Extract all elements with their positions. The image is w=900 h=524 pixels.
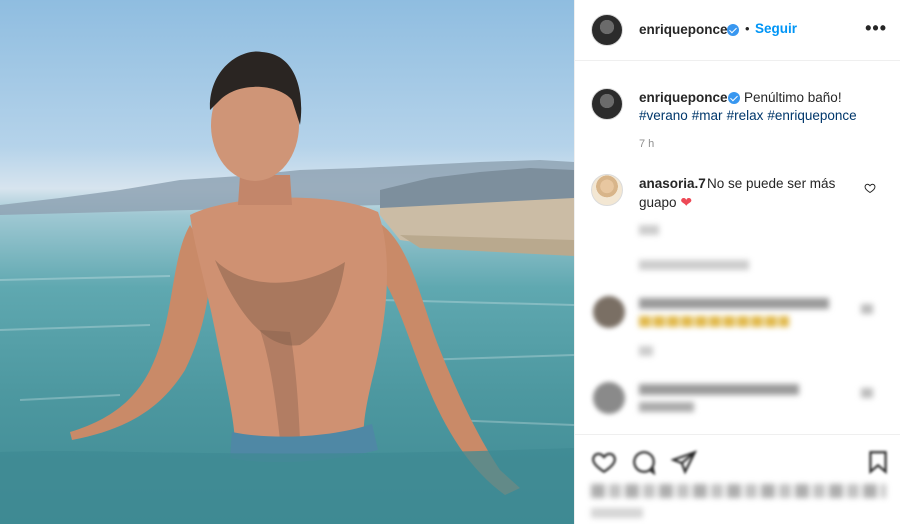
commenter-username[interactable]: anasoria.7 <box>639 176 706 191</box>
post-sidebar: enriqueponce • Seguir ••• enriqueponce P… <box>574 0 900 524</box>
post-header: enriqueponce • Seguir ••• <box>575 0 900 61</box>
post-image-illustration <box>0 51 574 524</box>
blurred-like-icon <box>861 388 873 398</box>
author-username[interactable]: enriqueponce <box>639 22 728 37</box>
bookmark-icon[interactable] <box>865 449 891 475</box>
caption-text: Penúltimo baño! <box>744 90 842 105</box>
hashtag-link[interactable]: #mar <box>692 108 723 123</box>
blurred-comment-meta <box>639 225 659 235</box>
blurred-comment-text <box>639 402 694 412</box>
verified-badge-icon <box>727 24 739 36</box>
comment-bubble-icon[interactable] <box>631 449 657 475</box>
comment-text-continued: guapo ❤ <box>639 194 692 211</box>
follow-button[interactable]: Seguir <box>755 21 797 36</box>
caption-hashtags: #verano #mar #relax #enriqueponce <box>639 108 861 123</box>
blurred-comment-text <box>639 384 799 395</box>
paper-plane-icon[interactable] <box>671 449 697 475</box>
blurred-emoji-row <box>639 316 789 327</box>
heart-icon[interactable] <box>591 449 617 475</box>
hashtag-link[interactable]: #enriqueponce <box>767 108 856 123</box>
blurred-view-replies <box>639 260 749 270</box>
blurred-comment-text <box>639 298 829 309</box>
author-avatar[interactable] <box>591 14 623 46</box>
comment-text: No se puede ser más <box>707 176 836 191</box>
blurred-likes-summary <box>591 508 643 518</box>
caption-author-avatar[interactable] <box>591 88 623 120</box>
post-photo[interactable] <box>0 0 574 524</box>
blurred-commenter-avatar <box>593 296 625 328</box>
commenter-avatar[interactable] <box>591 174 623 206</box>
separator-dot: • <box>745 21 750 36</box>
comment-text-line: guapo <box>639 195 677 210</box>
blurred-like-icon <box>861 304 873 314</box>
blurred-likes-summary <box>591 484 886 498</box>
blurred-comment-meta <box>639 346 653 356</box>
caption-author-username[interactable]: enriqueponce <box>639 90 728 105</box>
blurred-commenter-avatar <box>593 382 625 414</box>
red-heart-emoji: ❤ <box>680 194 693 210</box>
hashtag-link[interactable]: #verano <box>639 108 688 123</box>
post-timestamp: 7 h <box>639 138 655 150</box>
hashtag-link[interactable]: #relax <box>727 108 764 123</box>
verified-badge-icon <box>728 92 740 104</box>
more-options-icon[interactable]: ••• <box>865 18 887 39</box>
comment-like-heart-icon[interactable] <box>864 182 876 194</box>
